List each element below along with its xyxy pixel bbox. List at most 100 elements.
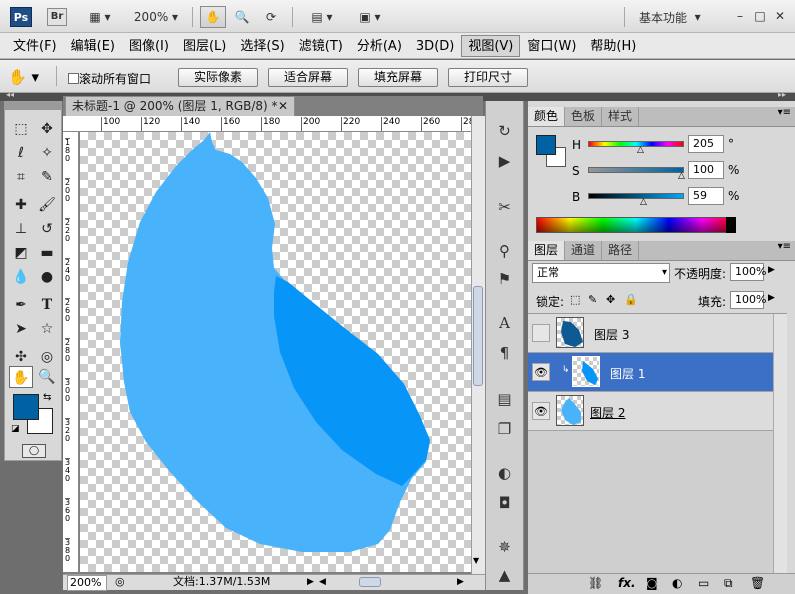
history-brush-tool-icon[interactable]: ↺ [35,218,59,240]
document-tab[interactable]: 未标题-1 @ 200% (图层 1, RGB/8) * ✕ [65,96,295,116]
add-mask-icon[interactable]: ◙ [646,576,658,590]
menu-filter[interactable]: 滤镜(T) [292,35,350,57]
marquee-tool-icon[interactable]: ⬚ [9,118,33,140]
lock-position-icon[interactable]: ✥ [606,293,615,306]
layers-menu-icon[interactable]: ▾≡ [778,241,795,260]
hand-tool-icon[interactable]: ✋ [9,366,33,388]
tool-presets-panel-icon[interactable]: ✂ [486,193,523,221]
fill-field[interactable]: 100% [730,291,766,309]
vertical-scrollbar[interactable]: ▼ [471,116,485,574]
dodge-tool-icon[interactable]: ● [35,266,59,288]
spectrum-black[interactable] [726,217,736,233]
adjustments-panel-icon[interactable]: ◐ [486,459,523,487]
s-slider-thumb[interactable]: △ [678,171,685,181]
layer-comps-panel-icon[interactable]: ❐ [486,415,523,443]
layer-name[interactable]: 图层 2 [590,404,625,421]
navigator-panel-icon[interactable]: ✵ [486,533,523,561]
default-colors-icon[interactable]: ◪ [11,424,20,434]
menu-select[interactable]: 选择(S) [233,35,291,57]
scroll-thumb[interactable] [473,286,483,386]
horizontal-scroll-thumb[interactable] [359,577,381,587]
histogram-panel-icon[interactable]: ▲ [486,561,523,589]
scroll-down-icon[interactable]: ▼ [473,556,479,565]
3d-rotate-tool-icon[interactable]: ✣ [9,346,33,368]
path-selection-tool-icon[interactable]: ➤ [9,318,33,340]
rotate-view-icon[interactable]: ⟳ [258,6,284,28]
close-document-icon[interactable]: ✕ [278,97,288,115]
tab-swatches[interactable]: 色板 [565,107,603,126]
zoom-tool-icon[interactable]: 🔍 [35,366,59,388]
tab-channels[interactable]: 通道 [565,241,603,260]
screen-mode-icon[interactable]: ▦ ▾ [80,6,120,28]
3d-orbit-tool-icon[interactable]: ◎ [35,346,59,368]
new-layer-icon[interactable]: ⧉ [724,576,733,591]
opacity-slider-icon[interactable]: ▶ [768,265,775,275]
b-slider-thumb[interactable]: △ [640,197,647,207]
lock-pixels-icon[interactable]: ✎ [588,293,597,306]
tool-preset-picker[interactable]: ✋ ▾ [8,66,48,88]
eye-icon[interactable]: 👁 [532,402,550,420]
hand-tool-icon[interactable]: ✋ [200,6,226,28]
clone-source-panel-icon[interactable]: ⚑ [486,265,523,293]
layer-row-2[interactable]: 👁 图层 2 [528,392,787,431]
color-spectrum-bar[interactable] [536,217,736,233]
pen-tool-icon[interactable]: ✒ [9,294,33,316]
actions-panel-icon[interactable]: ▶ [486,147,523,175]
tab-paths[interactable]: 路径 [602,241,640,260]
history-panel-icon[interactable]: ↻ [486,117,523,145]
masks-panel-icon[interactable]: ◘ [486,489,523,517]
zoom-tool-icon[interactable]: 🔍 [230,6,254,28]
shape-tool-icon[interactable]: ☆ [35,318,59,340]
panel-menu-icon[interactable]: ▾≡ [778,107,795,126]
scroll-all-windows-option[interactable]: 滚动所有窗口 [68,70,151,87]
fit-screen-button[interactable]: 适合屏幕 [268,68,348,87]
healing-brush-tool-icon[interactable]: ✚ [9,194,33,216]
status-info-icon[interactable]: ◎ [115,575,125,589]
b-slider[interactable] [588,193,684,199]
swap-colors-icon[interactable]: ⇆ [43,392,51,403]
menu-view[interactable]: 视图(V) [461,34,521,57]
fill-slider-icon[interactable]: ▶ [768,293,775,303]
fill-screen-button[interactable]: 填充屏幕 [358,68,438,87]
menu-layer[interactable]: 图层(L) [176,35,233,57]
tab-layers[interactable]: 图层 [528,241,566,260]
link-layers-icon[interactable]: ⛓ [588,576,603,590]
crop-tool-icon[interactable]: ⌗ [9,166,33,188]
print-size-button[interactable]: 打印尺寸 [448,68,528,87]
quick-mask-icon[interactable]: ◯ [22,444,46,458]
paragraph-panel-icon[interactable]: ¶ [486,339,523,367]
screen-mode-dropdown[interactable]: ▣ ▾ [350,6,390,28]
new-group-icon[interactable]: ▭ [698,576,709,590]
workspace-switcher[interactable]: 基本功能 ▾ [638,6,718,28]
arrange-documents-icon[interactable]: ▤ ▾ [302,6,342,28]
maximize-icon[interactable]: □ [753,9,767,23]
brushes-panel-icon[interactable]: ⚲ [486,237,523,265]
delete-layer-icon[interactable]: 🗑 [750,576,765,590]
expand-icon[interactable]: ▸▸ [778,90,786,99]
menu-analysis[interactable]: 分析(A) [350,35,409,57]
lasso-tool-icon[interactable]: ℓ [9,142,33,164]
type-tool-icon[interactable]: T [35,294,59,316]
character-panel-icon[interactable]: A [486,309,523,337]
h-slider-thumb[interactable]: △ [637,145,644,155]
layer-row-3[interactable]: 图层 3 [528,314,787,353]
brush-tool-icon[interactable]: 🖌 [35,194,59,216]
s-slider[interactable] [588,167,684,173]
layer-name[interactable]: 图层 1 [610,365,645,382]
menu-window[interactable]: 窗口(W) [520,35,583,57]
bridge-button[interactable]: Br [47,8,67,26]
lock-all-icon[interactable]: 🔒 [624,293,638,306]
h-value-field[interactable]: 205 [688,135,724,153]
actual-pixels-button[interactable]: 实际像素 [178,68,258,87]
zoom-dropdown[interactable]: 200% ▾ [130,6,182,28]
menu-image[interactable]: 图像(I) [122,35,176,57]
magic-wand-tool-icon[interactable]: ✧ [35,142,59,164]
menu-file[interactable]: 文件(F) [6,35,64,57]
layers-scrollbar[interactable] [773,314,787,574]
scroll-left-icon[interactable]: ◀ [319,575,326,589]
scroll-right-icon[interactable]: ▶ [457,575,464,589]
adjustment-layer-icon[interactable]: ◐ [672,576,682,590]
scroll-all-checkbox[interactable] [68,73,79,84]
tab-styles[interactable]: 样式 [602,107,640,126]
clone-stamp-tool-icon[interactable]: ⊥ [9,218,33,240]
